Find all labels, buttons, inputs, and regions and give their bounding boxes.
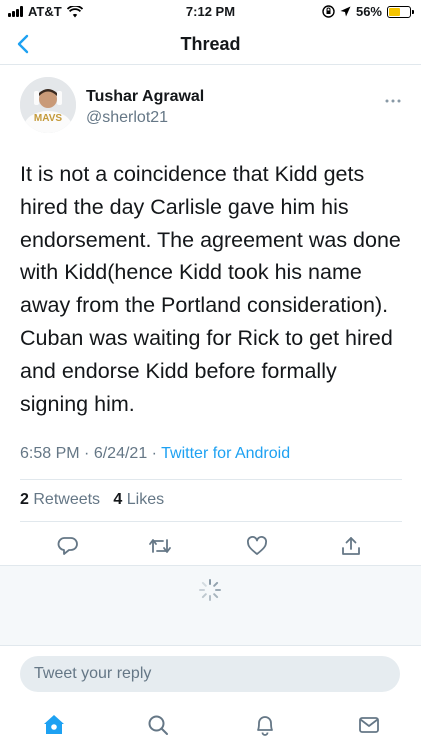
location-icon [340,6,351,17]
divider [20,479,402,480]
retweets-count: 2 [20,491,29,508]
divider [20,521,402,522]
reply-input[interactable] [20,656,400,692]
tweet-source-link[interactable]: Twitter for Android [161,445,290,462]
reply-button[interactable] [53,531,83,561]
battery-percent: 56% [355,4,382,19]
battery-fill [389,7,401,16]
meta-separator: · [151,445,162,462]
battery-icon [387,5,414,18]
notifications-icon [257,716,273,736]
likes-count: 4 [113,491,123,508]
messages-icon [359,717,379,733]
tweet-date: 6/24/21 [93,445,148,462]
status-right: 56% [322,4,414,19]
home-icon [44,715,64,734]
loading-spinner-icon [199,579,221,601]
meta-separator: · [84,445,94,462]
share-button[interactable] [336,531,366,561]
more-icon [385,99,401,103]
avatar-logo-text: MAVS [34,113,62,124]
tweet-time: 6:58 PM [20,445,80,462]
heart-icon [247,536,267,555]
retweets-stat[interactable]: 2 Retweets [20,491,100,508]
reply-bar [0,645,421,705]
tab-search[interactable] [144,711,172,739]
tab-home[interactable] [40,711,68,739]
author-handle[interactable]: @sherlot21 [86,109,168,127]
tweet-text: It is not a coincidence that Kidd gets h… [20,162,401,416]
page-title: Thread [180,34,241,54]
replies-loading-area [0,565,421,645]
tweet-actions [0,531,421,565]
status-bar: AT&T 7:12 PM 56% [0,0,421,24]
retweet-button[interactable] [145,531,175,561]
avatar[interactable]: MAVS [20,77,76,133]
tweet-stats: 2 Retweets 4 Likes [20,491,164,509]
retweet-icon [149,539,171,553]
search-icon [148,715,168,735]
tweet-meta: 6:58 PM · 6/24/21 · Twitter for Android [20,445,290,463]
more-options-button[interactable] [385,90,401,106]
tab-notifications[interactable] [251,711,279,739]
orientation-lock-icon [322,5,335,18]
avatar-image: MAVS [20,77,76,133]
retweets-label: Retweets [33,491,101,508]
like-button[interactable] [242,531,272,561]
share-icon [342,537,360,555]
reply-icon [57,537,78,555]
nav-header: Thread [0,24,421,65]
author-name[interactable]: Tushar Agrawal [86,88,204,106]
likes-label: Likes [126,491,165,508]
tab-messages[interactable] [355,711,383,739]
likes-stat[interactable]: 4 Likes [113,491,164,508]
tab-bar [0,705,421,750]
